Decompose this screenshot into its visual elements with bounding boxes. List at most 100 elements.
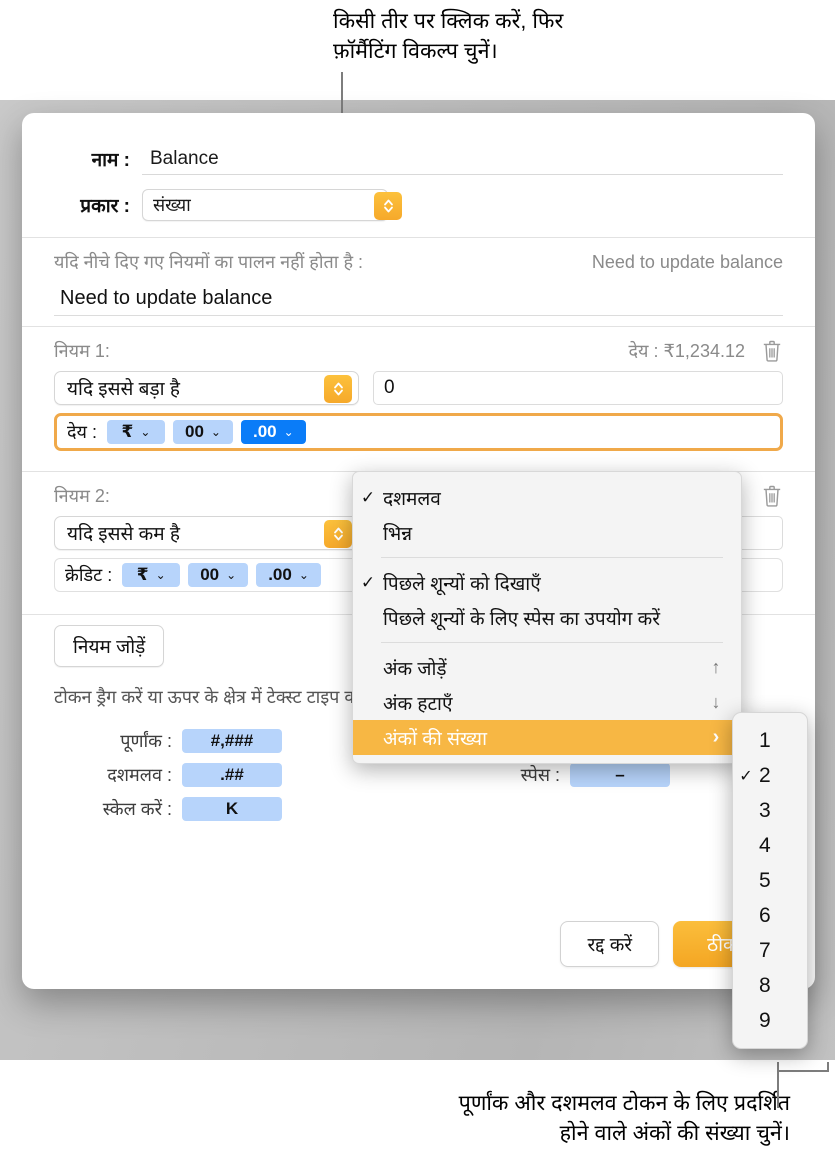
callout-top-text: किसी तीर पर क्लिक करें, फिर फ़ॉर्मैटिंग … — [333, 9, 564, 63]
menu-item-number-of-digits-label: अंकों की संख्या — [383, 728, 487, 750]
rule-1-token-integer-text: 00 — [185, 422, 204, 441]
rule-1-token-decimal[interactable]: .00 ⌄ — [240, 420, 306, 444]
menu-item-decimal[interactable]: ✓ दशमलव — [353, 480, 741, 515]
token-row-decimal: दशमलव : .## — [54, 763, 474, 787]
arrow-up-icon: ↑ — [711, 657, 721, 677]
rule-1-format-label: देय : — [67, 422, 97, 442]
token-space-value[interactable]: – — [570, 763, 670, 787]
submenu-item-9[interactable]: 9 — [733, 1003, 807, 1038]
rule-2-title: नियम 2: — [54, 486, 110, 506]
submenu-item-5[interactable]: 5 — [733, 863, 807, 898]
token-integer-value[interactable]: #,### — [182, 729, 282, 753]
rule-2-delete-trash-icon[interactable] — [761, 484, 783, 508]
rule-1-title: नियम 1: — [54, 341, 110, 361]
menu-item-add-digit-label: अंक जोड़ें — [383, 658, 447, 680]
token-scale-value[interactable]: K — [182, 797, 282, 821]
submenu-item-6[interactable]: 6 — [733, 898, 807, 933]
chevron-down-icon: ⌄ — [298, 568, 309, 582]
type-popup-value: संख्या — [153, 195, 191, 215]
submenu-item-9-label: 9 — [759, 1008, 771, 1032]
token-decimal-value[interactable]: .## — [182, 763, 282, 787]
cancel-button[interactable]: रद्द करें — [560, 921, 660, 967]
submenu-item-3[interactable]: 3 — [733, 793, 807, 828]
chevron-updown-icon — [333, 527, 343, 541]
menu-item-fraction-label: भिन्न — [383, 523, 413, 545]
menu-item-remove-digit-label: अंक हटाएँ — [383, 693, 453, 715]
menu-item-show-trailing-zeros-label: पिछले शून्यों को दिखाएँ — [383, 573, 541, 595]
chevron-down-icon: ⌄ — [155, 568, 166, 582]
chevron-down-icon: ⌄ — [226, 568, 237, 582]
rule-1-preview: देय : ₹1,234.12 — [628, 341, 745, 361]
rule-1-token-integer[interactable]: 00 ⌄ — [173, 420, 233, 444]
submenu-item-6-label: 6 — [759, 903, 771, 927]
submenu-item-8[interactable]: 8 — [733, 968, 807, 1003]
token-row-space: स्पेस : – — [474, 763, 670, 787]
rule-1-delete-trash-icon[interactable] — [761, 339, 783, 363]
rule-1-token-decimal-text: .00 — [252, 422, 277, 441]
check-icon: ✓ — [360, 487, 376, 507]
submenu-item-5-label: 5 — [759, 868, 771, 892]
rule-2-token-decimal-text: .00 — [268, 565, 292, 584]
chevron-updown-icon — [333, 382, 343, 396]
rule-2-token-currency-text: ₹ — [136, 565, 149, 584]
rule-1-condition-row: यदि इससे बड़ा है — [54, 371, 783, 405]
rule-1: नियम 1: देय : ₹1,234.12 यदि इससे बड़ा है — [22, 327, 815, 457]
callout-bottom-leader-vertical — [777, 1070, 779, 1108]
menu-item-add-digit[interactable]: अंक जोड़ें ↑ — [353, 650, 741, 685]
add-rule-button[interactable]: नियम जोड़ें — [54, 625, 165, 667]
submenu-item-4-label: 4 — [759, 833, 771, 857]
rule-1-value-input[interactable] — [373, 371, 783, 405]
rule-2-format-label: क्रेडिट : — [65, 565, 113, 585]
name-input[interactable] — [142, 143, 783, 175]
rule-2-operator-value: यदि इससे कम है — [67, 524, 180, 545]
submenu-item-7-label: 7 — [759, 938, 771, 962]
chevron-down-icon: ⌄ — [210, 425, 221, 439]
token-integer-label: पूर्णांक : — [120, 731, 172, 751]
chevron-down-icon: ⌄ — [283, 425, 294, 439]
rule-2-token-currency[interactable]: ₹ ⌄ — [122, 563, 181, 587]
fallback-text-input[interactable] — [54, 282, 783, 316]
token-space-label: स्पेस : — [520, 765, 560, 785]
rule-2-stepper-icon[interactable] — [324, 520, 352, 548]
menu-item-space-for-trailing-zeros[interactable]: पिछले शून्यों के लिए स्पेस का उपयोग करें — [353, 600, 741, 635]
name-label: नाम : — [91, 150, 130, 171]
type-stepper-icon[interactable] — [374, 192, 402, 220]
type-popup-select[interactable]: संख्या — [142, 189, 402, 221]
rule-1-operator-select[interactable]: यदि इससे बड़ा है — [54, 371, 359, 405]
chevron-updown-icon — [383, 199, 393, 213]
arrow-down-icon: ↓ — [711, 692, 721, 712]
submenu-item-8-label: 8 — [759, 973, 771, 997]
submenu-item-1[interactable]: 1 — [733, 723, 807, 758]
token-scale-label: स्केल करें : — [102, 799, 172, 819]
rule-1-operator-value: यदि इससे बड़ा है — [67, 379, 180, 400]
chevron-down-icon: ⌄ — [140, 425, 151, 439]
dialog-header: नाम : प्रकार : संख्या — [22, 113, 815, 237]
submenu-item-7[interactable]: 7 — [733, 933, 807, 968]
menu-item-fraction[interactable]: भिन्न — [353, 515, 741, 550]
rule-2-token-decimal[interactable]: .00 ⌄ — [256, 563, 321, 587]
name-row: नाम : — [54, 143, 783, 175]
menu-separator-1 — [381, 557, 723, 558]
menu-item-number-of-digits[interactable]: अंकों की संख्या › — [353, 720, 741, 755]
submenu-item-3-label: 3 — [759, 798, 771, 822]
menu-item-show-trailing-zeros[interactable]: ✓ पिछले शून्यों को दिखाएँ — [353, 565, 741, 600]
rule-1-stepper-icon[interactable] — [324, 375, 352, 403]
menu-separator-2 — [381, 642, 723, 643]
fallback-label: यदि नीचे दिए गए नियमों का पालन नहीं होता… — [54, 252, 364, 272]
menu-item-decimal-label: दशमलव — [383, 488, 441, 510]
rule-1-token-currency-text: ₹ — [121, 422, 134, 441]
rule-2-operator-select[interactable]: यदि इससे कम है — [54, 516, 359, 550]
submenu-item-4[interactable]: 4 — [733, 828, 807, 863]
rule-2-token-integer[interactable]: 00 ⌄ — [188, 563, 249, 587]
rule-1-token-currency[interactable]: ₹ ⌄ — [107, 420, 165, 444]
rule-2-token-integer-text: 00 — [200, 565, 220, 584]
submenu-arrow-icon: › — [712, 726, 720, 748]
menu-item-remove-digit[interactable]: अंक हटाएँ ↓ — [353, 685, 741, 720]
submenu-item-1-label: 1 — [759, 728, 771, 752]
submenu-item-2[interactable]: ✓ 2 — [733, 758, 807, 793]
number-of-digits-submenu: 1 ✓ 2 3 4 5 6 7 8 9 — [732, 712, 808, 1049]
submenu-item-2-label: 2 — [759, 763, 771, 787]
rule-1-format-bar[interactable]: देय : ₹ ⌄ 00 ⌄ .00 ⌄ — [54, 413, 783, 451]
type-row: प्रकार : संख्या — [54, 189, 783, 221]
callout-bottom-bracket-left — [777, 1062, 779, 1072]
